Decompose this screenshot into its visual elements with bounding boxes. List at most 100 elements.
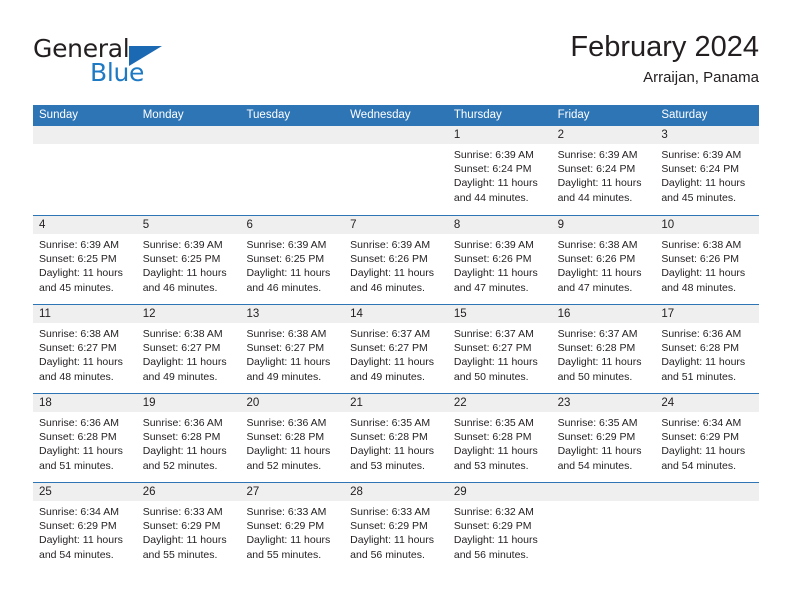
daylight-duration-line1: Daylight: 11 hours <box>557 445 642 458</box>
day-sun-info: Sunrise: 6:39 AM Sunset: 6:24 PM Daylight:… <box>655 144 759 205</box>
day-sun-info: Sunrise: 6:39 AM Sunset: 6:24 PM Daylight:… <box>552 144 656 205</box>
daylight-duration-line2: and 53 minutes. <box>453 459 529 472</box>
calendar-day-cell[interactable]: 7 Sunrise: 6:39 AM Sunset: 6:26 PM Daylight… <box>344 216 448 304</box>
calendar-day-cell[interactable]: 5 Sunrise: 6:39 AM Sunset: 6:25 PM Daylight… <box>136 216 241 304</box>
calendar-day-cell[interactable]: 23 Sunrise: 6:35 AM Sunset: 6:29 PM Dayligh… <box>551 394 656 482</box>
day-sun-info: Sunrise: 6:33 AM Sunset: 6:29 PM Daylight:… <box>240 501 344 562</box>
calendar-day-cell[interactable]: 8 Sunrise: 6:39 AM Sunset: 6:26 PM Daylight… <box>447 216 552 304</box>
day-number: 9 <box>551 216 656 234</box>
day-sun-info: Sunrise: 6:33 AM Sunset: 6:29 PM Daylight:… <box>344 501 448 562</box>
calendar-week-row: 1 Sunrise: 6:39 AM Sunset: 6:24 PM Daylight… <box>33 126 760 215</box>
calendar-page: General Blue February 2024 Arraijan, Pan… <box>0 0 792 612</box>
sunrise-time: Sunrise: 6:36 AM <box>246 417 327 429</box>
calendar-day-cell[interactable]: 6 Sunrise: 6:39 AM Sunset: 6:25 PM Daylight… <box>240 216 345 304</box>
day-number: 3 <box>655 126 760 144</box>
weekday-header-sunday: Sunday <box>39 109 79 121</box>
weekday-header-thursday: Thursday <box>453 109 502 121</box>
sunrise-time: Sunrise: 6:38 AM <box>557 239 638 251</box>
calendar-day-cell[interactable]: 19 Sunrise: 6:36 AM Sunset: 6:28 PM Dayligh… <box>136 394 241 482</box>
sunrise-time: Sunrise: 6:33 AM <box>142 506 223 518</box>
sunset-time: Sunset: 6:26 PM <box>453 253 532 266</box>
calendar-day-cell[interactable]: 13 Sunrise: 6:38 AM Sunset: 6:27 PM Dayligh… <box>240 305 345 393</box>
sunrise-time: Sunrise: 6:36 AM <box>39 417 119 429</box>
day-sun-info: Sunrise: 6:37 AM Sunset: 6:28 PM Daylight:… <box>552 323 656 384</box>
daylight-duration-line2: and 44 minutes. <box>557 191 633 204</box>
daylight-duration-line1: Daylight: 11 hours <box>142 356 227 369</box>
calendar-day-cell[interactable]: 14 Sunrise: 6:37 AM Sunset: 6:27 PM Dayligh… <box>344 305 448 393</box>
sunrise-time: Sunrise: 6:32 AM <box>453 506 534 518</box>
daylight-duration-line1: Daylight: 11 hours <box>453 177 538 190</box>
calendar-day-cell[interactable]: 25 Sunrise: 6:34 AM Sunset: 6:29 PM Dayligh… <box>33 483 137 571</box>
sunset-time: Sunset: 6:29 PM <box>142 520 221 533</box>
weekday-header-row: Sunday Monday Tuesday Wednesday Thursday… <box>33 105 759 126</box>
day-number: 17 <box>655 305 760 323</box>
sunrise-time: Sunrise: 6:35 AM <box>350 417 431 429</box>
calendar-day-cell[interactable]: 28 Sunrise: 6:33 AM Sunset: 6:29 PM Dayligh… <box>344 483 448 571</box>
sunset-time: Sunset: 6:24 PM <box>557 163 636 176</box>
daylight-duration-line2: and 56 minutes. <box>350 548 425 561</box>
sunrise-time: Sunrise: 6:37 AM <box>350 328 431 340</box>
sunrise-time: Sunrise: 6:34 AM <box>661 417 742 429</box>
daylight-duration-line1: Daylight: 11 hours <box>39 534 123 547</box>
day-sun-info: Sunrise: 6:39 AM Sunset: 6:24 PM Daylight:… <box>448 144 552 205</box>
calendar-day-cell[interactable]: 11 Sunrise: 6:38 AM Sunset: 6:27 PM Dayligh… <box>33 305 137 393</box>
sunrise-time: Sunrise: 6:38 AM <box>246 328 327 340</box>
general-blue-logo: General Blue <box>33 34 253 90</box>
daylight-duration-line2: and 48 minutes. <box>39 370 114 383</box>
sunrise-time: Sunrise: 6:35 AM <box>557 417 638 429</box>
calendar-day-cell[interactable]: 24 Sunrise: 6:34 AM Sunset: 6:29 PM Dayligh… <box>655 394 760 482</box>
calendar-day-cell[interactable]: 21 Sunrise: 6:35 AM Sunset: 6:28 PM Dayligh… <box>344 394 448 482</box>
day-sun-info: Sunrise: 6:34 AM Sunset: 6:29 PM Daylight:… <box>655 412 759 473</box>
sunrise-time: Sunrise: 6:39 AM <box>142 239 223 251</box>
calendar-day-cell[interactable]: 3 Sunrise: 6:39 AM Sunset: 6:24 PM Daylight… <box>655 126 760 215</box>
day-number: 10 <box>655 216 760 234</box>
sunset-time: Sunset: 6:28 PM <box>39 431 117 444</box>
daylight-duration-line2: and 45 minutes. <box>661 191 737 204</box>
day-sun-info: Sunrise: 6:39 AM Sunset: 6:25 PM Daylight:… <box>33 234 137 295</box>
calendar-day-cell[interactable]: 20 Sunrise: 6:36 AM Sunset: 6:28 PM Dayligh… <box>240 394 345 482</box>
calendar-day-cell[interactable]: 22 Sunrise: 6:35 AM Sunset: 6:28 PM Dayligh… <box>447 394 552 482</box>
calendar-day-cell[interactable]: 4 Sunrise: 6:39 AM Sunset: 6:25 PM Daylight… <box>33 216 137 304</box>
calendar-day-cell[interactable]: 27 Sunrise: 6:33 AM Sunset: 6:29 PM Dayligh… <box>240 483 345 571</box>
calendar-day-cell[interactable]: 9 Sunrise: 6:38 AM Sunset: 6:26 PM Daylight… <box>551 216 656 304</box>
sunset-time: Sunset: 6:28 PM <box>453 431 532 444</box>
weekday-header-monday: Monday <box>142 109 184 121</box>
calendar-day-cell[interactable]: 1 Sunrise: 6:39 AM Sunset: 6:24 PM Daylight… <box>447 126 552 215</box>
calendar-day-cell[interactable]: 16 Sunrise: 6:37 AM Sunset: 6:28 PM Dayligh… <box>551 305 656 393</box>
day-number: 4 <box>33 216 137 234</box>
calendar-day-cell[interactable]: 18 Sunrise: 6:36 AM Sunset: 6:28 PM Dayligh… <box>33 394 137 482</box>
sunrise-time: Sunrise: 6:37 AM <box>557 328 638 340</box>
daylight-duration-line2: and 47 minutes. <box>453 281 529 294</box>
day-number: 7 <box>344 216 448 234</box>
calendar-day-cell[interactable]: 26 Sunrise: 6:33 AM Sunset: 6:29 PM Dayligh… <box>136 483 241 571</box>
weekday-header-friday: Friday <box>557 109 590 121</box>
day-number: 28 <box>344 483 448 501</box>
daylight-duration-line1: Daylight: 11 hours <box>39 356 123 369</box>
daylight-duration-line2: and 49 minutes. <box>246 370 322 383</box>
sunset-time: Sunset: 6:26 PM <box>557 253 636 266</box>
calendar-day-cell-empty <box>136 126 241 215</box>
calendar-day-cell[interactable]: 29 Sunrise: 6:32 AM Sunset: 6:29 PM Dayligh… <box>447 483 552 571</box>
sunset-time: Sunset: 6:27 PM <box>453 342 532 355</box>
day-sun-info: Sunrise: 6:37 AM Sunset: 6:27 PM Daylight:… <box>344 323 448 384</box>
day-sun-info: Sunrise: 6:38 AM Sunset: 6:27 PM Daylight:… <box>137 323 241 384</box>
calendar-day-cell[interactable]: 12 Sunrise: 6:38 AM Sunset: 6:27 PM Dayligh… <box>136 305 241 393</box>
daylight-duration-line1: Daylight: 11 hours <box>557 356 642 369</box>
daylight-duration-line2: and 51 minutes. <box>661 370 737 383</box>
day-number: 19 <box>136 394 241 412</box>
sunrise-time: Sunrise: 6:38 AM <box>661 239 742 251</box>
day-number: 12 <box>136 305 241 323</box>
daylight-duration-line1: Daylight: 11 hours <box>142 445 227 458</box>
day-sun-info: Sunrise: 6:39 AM Sunset: 6:25 PM Daylight:… <box>240 234 344 295</box>
sunset-time: Sunset: 6:29 PM <box>453 520 532 533</box>
calendar-day-cell[interactable]: 15 Sunrise: 6:37 AM Sunset: 6:27 PM Dayligh… <box>447 305 552 393</box>
title-block: February 2024 Arraijan, Panama <box>570 30 759 89</box>
weekday-header-saturday: Saturday <box>661 109 708 121</box>
calendar-day-cell[interactable]: 10 Sunrise: 6:38 AM Sunset: 6:26 PM Dayligh… <box>655 216 760 304</box>
sunset-time: Sunset: 6:26 PM <box>350 253 428 266</box>
daylight-duration-line1: Daylight: 11 hours <box>453 267 538 280</box>
calendar-day-cell[interactable]: 2 Sunrise: 6:39 AM Sunset: 6:24 PM Daylight… <box>551 126 656 215</box>
day-number: 20 <box>240 394 345 412</box>
calendar-day-cell[interactable]: 17 Sunrise: 6:36 AM Sunset: 6:28 PM Dayligh… <box>655 305 760 393</box>
logo-text-blue: Blue <box>90 58 145 87</box>
